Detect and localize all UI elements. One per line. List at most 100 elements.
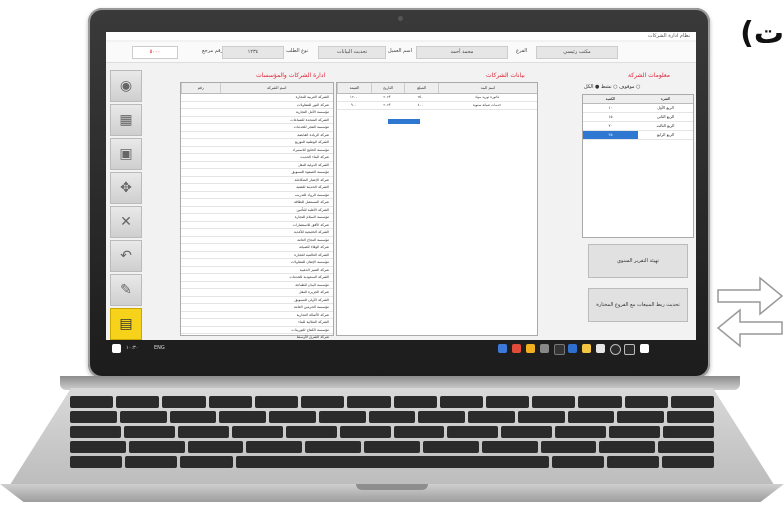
overlay-heading: (ت (740, 16, 784, 51)
selected-cell[interactable] (388, 119, 420, 124)
list-item[interactable]: الشركة الوطنية للتوزيع (181, 139, 333, 147)
list-item[interactable]: شركة النور للمقاولات (181, 102, 333, 109)
cell: ٩٠٠ (350, 103, 357, 107)
app-icon[interactable] (568, 344, 577, 353)
clock[interactable]: ١٠:٣٠ (126, 345, 138, 351)
list-item[interactable]: الشركة الحديثة للتقنية (181, 184, 333, 192)
list-item[interactable]: مؤسسة الحرمين العامة (181, 304, 333, 312)
disc-icon: ◉ (119, 78, 133, 94)
right-panel-title: معلومات الشركة (628, 72, 671, 79)
radio-stopped[interactable]: موقوف (619, 84, 634, 90)
undo-button[interactable]: ↶ (110, 240, 142, 272)
calculator-icon[interactable] (540, 344, 549, 353)
folder-button[interactable]: ▤ (110, 308, 142, 340)
app-icon[interactable] (554, 344, 565, 355)
col-value: القيمة (337, 83, 371, 93)
branch-label: الفرع (516, 48, 528, 54)
radio-all[interactable]: الكل (584, 84, 593, 90)
list-item[interactable]: الشركة السعودية للخدمات (181, 274, 333, 282)
list-item[interactable]: مؤسسة الكفاح للتوريدات (181, 327, 333, 334)
windows-icon[interactable] (640, 344, 649, 353)
list-item[interactable]: مؤسسة الصفوة للتسويق (181, 169, 333, 177)
col-number: رقم (181, 83, 220, 93)
list-item[interactable]: الشركة المثالية للبناء (181, 319, 333, 327)
edit-button[interactable]: ✎ (110, 274, 142, 306)
annual-report-button[interactable]: تهيئة التقرير السنوي (588, 244, 688, 278)
list-item[interactable]: الشركة الأهلية للتأمين (181, 207, 333, 214)
list-item[interactable]: شركة الإعمار المتكاملة (181, 177, 333, 184)
taskbar: ١٠:٣٠ ENG (106, 340, 696, 358)
data-grid[interactable]: القيمة التاريخ المبلغ اسم البند ١٢٠٠ ٢٠٢… (336, 82, 538, 336)
period-table[interactable]: الكمية الفترة ١٠ الربع الأول ١٥ الربع الثا… (582, 94, 694, 238)
list-item[interactable]: شركة الأفق للاستشارات (181, 222, 333, 229)
request-type-field[interactable]: تحديث البيانات (318, 46, 386, 59)
ref-field[interactable]: ١٢٣٤ (222, 46, 284, 59)
file-explorer-icon[interactable] (582, 344, 591, 353)
cell: ٤٠٠ (417, 103, 424, 107)
cell: ٢٥٠ (417, 95, 424, 99)
close-button[interactable]: ✕ (110, 206, 142, 238)
list-item[interactable]: مؤسسة البيان للطباعة (181, 282, 333, 289)
list-item[interactable]: مؤسسة الإتقان للمقاولات (181, 259, 333, 267)
grid-panel-title: بيانات الشركات (486, 72, 525, 79)
amount-field[interactable]: ٥٠٠٠ (132, 46, 178, 59)
list-item[interactable]: الشركة العالمية للتجارة (181, 252, 333, 259)
webcam (398, 16, 403, 21)
start-icon[interactable] (112, 344, 121, 353)
table-row[interactable]: ١٠ الربع الأول (583, 104, 693, 113)
list-item[interactable]: مؤسسة الخليج للاستيراد (181, 147, 333, 154)
disc-button[interactable]: ◉ (110, 70, 142, 102)
cell: الربع الثالث (656, 123, 675, 128)
handshake-button[interactable]: ✥ (110, 172, 142, 204)
radio-group: موقوف ○ نشط ● الكل ○ (584, 84, 641, 90)
cell: الربع الثاني (656, 114, 675, 119)
table-row[interactable]: ١٢٠٠ ٢٠٢٣ ٢٥٠ فاتورة توريد مواد (337, 94, 537, 102)
table-row[interactable]: ١٥ الربع الثاني (583, 113, 693, 122)
laptop-notch (356, 484, 428, 490)
tray-lang[interactable]: ENG (154, 345, 165, 351)
list-item[interactable]: شركة الوفاء للصيانة (181, 244, 333, 252)
list-item[interactable]: شركة الجزيرة للنقل (181, 289, 333, 297)
table-row[interactable]: ٢٠ الربع الثالث (583, 122, 693, 131)
client-field[interactable]: محمد أحمد (416, 46, 508, 59)
save-button[interactable]: ▣ (110, 138, 142, 170)
list-item[interactable]: الشركة العربية للتجارة (181, 94, 333, 102)
cell: فاتورة توريد مواد (474, 95, 499, 99)
list-item[interactable]: الشركة الدولية للنقل (181, 162, 333, 169)
list-item[interactable]: مؤسسة النجاح العامة (181, 237, 333, 244)
list-item[interactable]: مؤسسة الرواد للتدريب (181, 192, 333, 199)
app-icon[interactable] (498, 344, 507, 353)
list-item[interactable]: شركة التميز الذهبية (181, 267, 333, 274)
search-icon[interactable] (610, 344, 621, 355)
col-qty: الكمية (605, 96, 616, 101)
branch-field[interactable]: مكتب رئيسي (536, 46, 618, 59)
list-item[interactable]: شركة البناء الحديث (181, 154, 333, 162)
list-item[interactable]: مؤسسة الأمل التجارية (181, 109, 333, 117)
table-row[interactable]: ٢٥ الربع الرابع (583, 131, 693, 140)
window-title: نظام ادارة الشركات (647, 33, 690, 39)
list-item[interactable]: الشركة الأولى للتسويق (181, 297, 333, 304)
table-row[interactable]: ٩٠٠ ٢٠٢٣ ٤٠٠ خدمات صيانة سنوية (337, 102, 537, 110)
app-icon[interactable] (512, 344, 521, 353)
clock-time: ١٠:٣٠ (126, 345, 139, 351)
col-item: اسم البند (438, 83, 537, 93)
request-type-label: نوع الطلب (286, 48, 309, 54)
cell: الربع الأول (657, 105, 674, 110)
task-view-icon[interactable] (624, 344, 635, 355)
sync-sales-button[interactable]: تحديث ربط المبيعات مع الفروع المختارة (588, 288, 688, 322)
col-date: التاريخ (370, 83, 405, 93)
list-item[interactable]: شركة المستقبل للطاقة (181, 199, 333, 207)
cell: ١٢٠٠ (350, 95, 358, 99)
list-item[interactable]: شركة الأصالة التجارية (181, 312, 333, 319)
radio-active[interactable]: نشط (601, 84, 612, 90)
close-icon: ✕ (120, 214, 132, 230)
list-item[interactable]: الشركة المتحدة للصناعات (181, 117, 333, 124)
store-icon[interactable] (596, 344, 605, 353)
list-item[interactable]: مؤسسة الفجر للخدمات (181, 124, 333, 132)
list-item[interactable]: الشركة الخليجية للأغذية (181, 229, 333, 237)
list-item[interactable]: مؤسسة السلام للتجارة (181, 214, 333, 222)
chrome-icon[interactable] (526, 344, 535, 353)
list-item[interactable]: شركة الريادة القابضة (181, 132, 333, 139)
company-list[interactable]: رقم اسم الشركة الشركة العربية للتجارة شرك… (180, 82, 334, 358)
map-button[interactable]: ▦ (110, 104, 142, 136)
